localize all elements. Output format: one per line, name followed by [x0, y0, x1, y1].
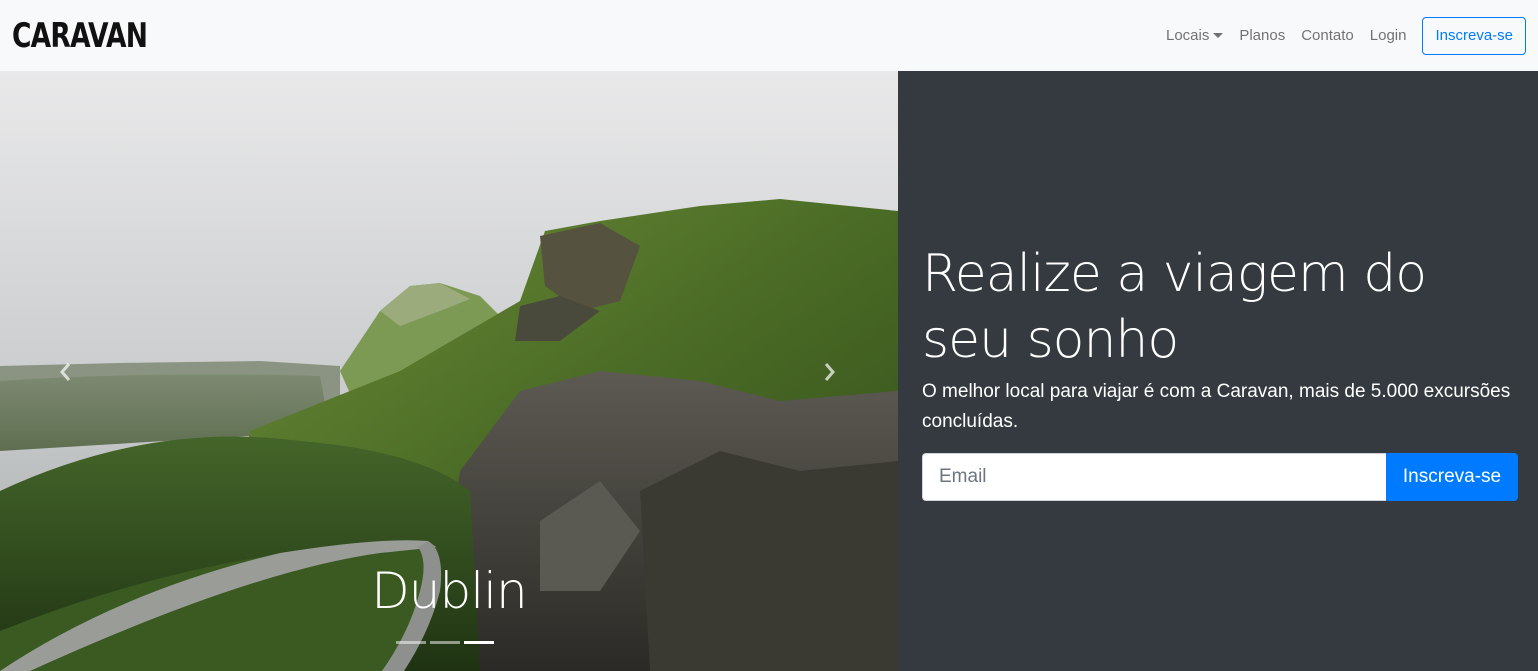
nav-link-locais-label: Locais	[1165, 27, 1210, 44]
carousel-indicator-active[interactable]	[464, 641, 494, 644]
nav-link-locais[interactable]: Locais	[1165, 27, 1224, 44]
carousel-next-control[interactable]	[815, 357, 845, 387]
nav-link-login[interactable]: Login	[1370, 27, 1407, 44]
hero-panel: Realize a viagem do seu sonho O melhor l…	[898, 71, 1538, 671]
carousel-indicator[interactable]	[430, 641, 460, 644]
signup-nav-button[interactable]: Inscreva-se	[1422, 16, 1526, 55]
carousel-indicators	[396, 641, 494, 644]
nav-links: Locais Planos Contato Login Inscreva-se	[1150, 16, 1526, 55]
brand-logo[interactable]: CARAVAN	[12, 19, 148, 53]
nav-link-planos[interactable]: Planos	[1239, 27, 1285, 44]
destination-carousel: Dublin	[0, 71, 898, 671]
hero-lead: O melhor local para viajar é com a Carav…	[922, 381, 1511, 432]
chevron-right-icon	[824, 363, 835, 381]
signup-form: Inscreva-se	[922, 453, 1518, 501]
email-input[interactable]	[922, 453, 1386, 501]
signup-submit-button[interactable]: Inscreva-se	[1386, 453, 1518, 501]
hero-headline: Realize a viagem do seu sonho	[922, 244, 1427, 370]
carousel-prev-control[interactable]	[50, 357, 80, 387]
caret-down-icon	[1213, 33, 1224, 38]
top-navbar: CARAVAN Locais Planos Contato Login Insc…	[0, 0, 1538, 71]
slide-caption: Dublin	[371, 562, 527, 620]
chevron-left-icon	[60, 363, 71, 381]
carousel-indicator[interactable]	[396, 641, 426, 644]
nav-link-contato[interactable]: Contato	[1301, 27, 1354, 44]
